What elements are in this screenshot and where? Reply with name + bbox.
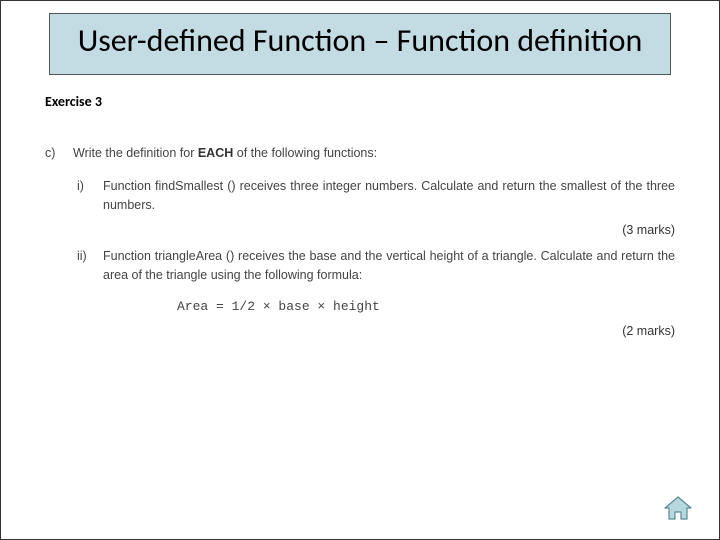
item-i-text: Function findSmallest () receives three … [103,177,675,215]
item-ii-formula: Area = 1/2 × base × height [177,297,675,317]
content-area: c) Write the definition for EACH of the … [45,144,675,341]
section-c-prompt: Write the definition for EACH of the fol… [73,144,377,163]
home-icon[interactable] [663,495,693,521]
title-banner: User-defined Function – Function definit… [49,13,671,75]
item-ii-text: Function triangleArea () receives the ba… [103,247,675,285]
sub-items: i) Function findSmallest () receives thr… [77,177,675,341]
item-i-label: i) [77,177,95,196]
item-i-row: i) Function findSmallest () receives thr… [77,177,675,215]
item-i-marks: (3 marks) [77,221,675,240]
item-ii-label: ii) [77,247,95,266]
prompt-bold: EACH [198,146,233,160]
exercise-label: Exercise 3 [45,93,719,110]
section-c-label: c) [45,144,63,163]
page-title: User-defined Function – Function definit… [60,22,660,60]
item-ii-row: ii) Function triangleArea () receives th… [77,247,675,285]
prompt-suffix: of the following functions: [233,146,377,160]
section-c-row: c) Write the definition for EACH of the … [45,144,675,163]
item-ii-marks: (2 marks) [77,322,675,341]
prompt-prefix: Write the definition for [73,146,198,160]
